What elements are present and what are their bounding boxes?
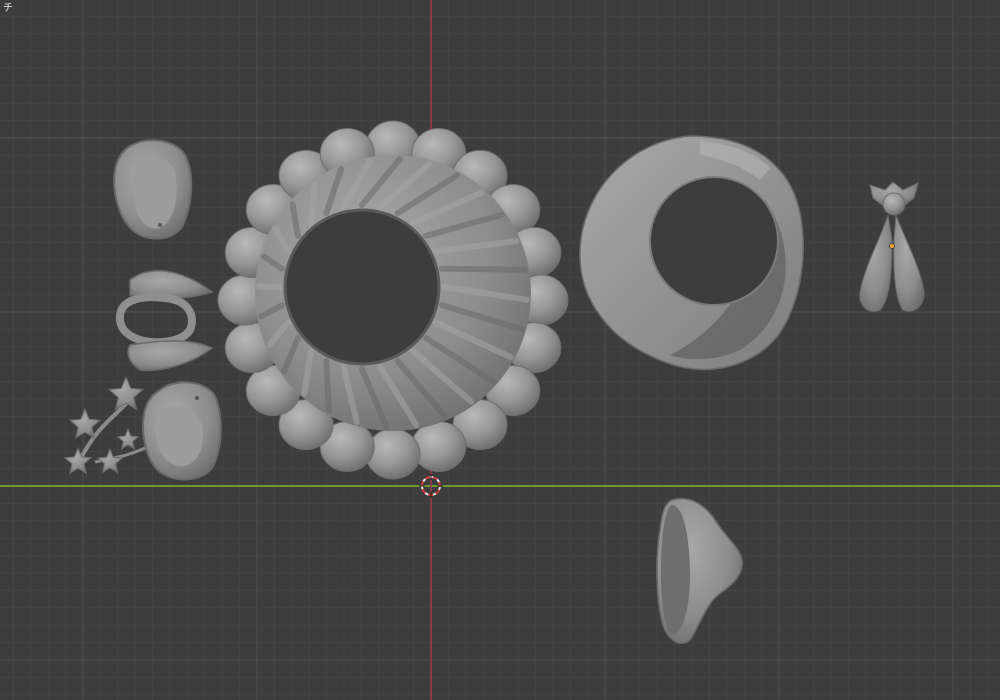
- frill-hole: [283, 208, 441, 366]
- ivy-star-ornament[interactable]: [63, 375, 146, 475]
- tie-left-tail: [859, 214, 893, 312]
- frill-fold: [323, 357, 332, 414]
- object-origin-icon[interactable]: [889, 243, 895, 249]
- cuff-bottom[interactable]: [142, 381, 222, 481]
- frill-fold: [307, 181, 318, 226]
- viewport-canvas[interactable]: [0, 0, 1000, 700]
- cuff-top-dot: [158, 223, 162, 227]
- frill-puff: [365, 428, 421, 480]
- frill-fold: [438, 265, 528, 273]
- collar-cape[interactable]: [579, 135, 804, 371]
- cuff-top[interactable]: [113, 139, 193, 240]
- hat-brim-frill[interactable]: [217, 120, 569, 480]
- cuff-bow[interactable]: [115, 270, 214, 372]
- corner-label: チ: [3, 3, 13, 14]
- necktie-ornament[interactable]: [859, 181, 925, 312]
- 3d-viewport[interactable]: チ: [0, 0, 1000, 700]
- cuff-top-inner: [133, 156, 177, 229]
- tie-right-tail: [893, 214, 925, 312]
- bow-loop: [115, 293, 196, 347]
- cuff-bottom-dot: [195, 396, 199, 400]
- frill-fold: [256, 283, 283, 290]
- cape-hole: [649, 176, 779, 306]
- tie-button: [882, 192, 906, 216]
- ivy-star: [63, 446, 93, 475]
- frill-puff: [411, 420, 467, 472]
- bow-bottom-flap: [127, 340, 214, 372]
